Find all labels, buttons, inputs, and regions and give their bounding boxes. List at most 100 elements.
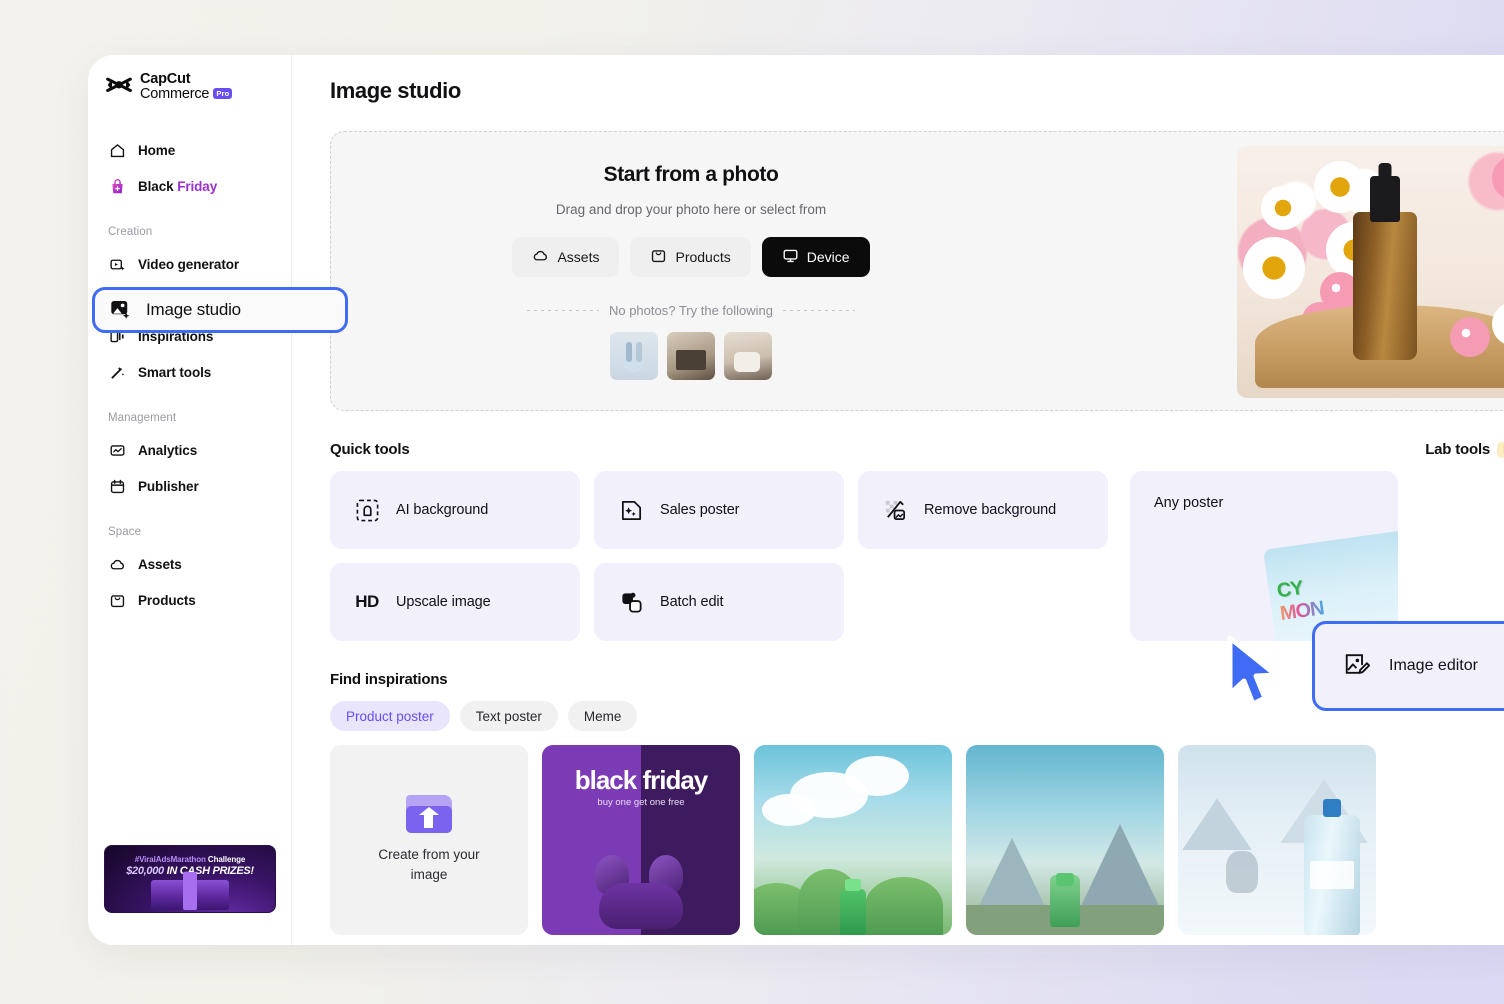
dropzone-subtitle: Drag and drop your photo here or select … bbox=[555, 201, 827, 217]
tool-upscale-image[interactable]: HD Upscale image bbox=[330, 563, 580, 641]
app-window: CapCut Commerce Pro Home Black Friday Cr… bbox=[88, 55, 1504, 945]
batch-edit-icon bbox=[618, 589, 644, 615]
promo-gift-graphic bbox=[151, 880, 229, 910]
page-title: Image studio bbox=[330, 78, 461, 103]
tool-remove-background[interactable]: Remove background bbox=[858, 471, 1108, 549]
sidebar-item-label: Video generator bbox=[138, 256, 240, 272]
sidebar-item-label: Assets bbox=[138, 556, 182, 572]
assets-button-label: Assets bbox=[557, 248, 600, 265]
chip-text-poster[interactable]: Text poster bbox=[459, 701, 558, 731]
upload-card-label: Create from your image bbox=[378, 846, 480, 882]
green-mountains-bottle-poster[interactable] bbox=[754, 745, 952, 935]
earbuds-graphic bbox=[581, 841, 701, 929]
device-button[interactable]: Device bbox=[761, 236, 870, 277]
ai-background-icon bbox=[354, 497, 380, 523]
sidebar-item-publisher[interactable]: Publisher bbox=[98, 468, 281, 504]
pro-badge: Pro bbox=[213, 88, 233, 100]
create-from-your-image-card[interactable]: Create from your image bbox=[330, 745, 528, 935]
tool-sales-poster[interactable]: Sales poster bbox=[594, 471, 844, 549]
brand-name-line1: CapCut bbox=[140, 71, 191, 87]
tool-image-editor[interactable]: Image editor bbox=[1312, 621, 1504, 711]
sidebar-item-smart-tools[interactable]: Smart tools bbox=[98, 354, 281, 390]
remove-background-icon bbox=[882, 497, 908, 523]
lab-tool-any-poster[interactable]: Any poster CY MON bbox=[1130, 471, 1398, 641]
main-content: Image studio Start from a photo Drag and… bbox=[292, 55, 1504, 945]
image-editor-icon bbox=[1343, 650, 1371, 683]
sidebar-item-analytics[interactable]: Analytics bbox=[98, 432, 281, 468]
upload-folder-icon bbox=[406, 794, 452, 833]
dropzone-source-buttons: Assets Products Device bbox=[512, 236, 870, 277]
sidebar-group-space: Space bbox=[108, 526, 142, 539]
tool-label: Sales poster bbox=[660, 502, 740, 518]
sidebar-item-products[interactable]: Products bbox=[98, 582, 281, 618]
promo-line1: #ViralAdsMarathon Challenge bbox=[134, 855, 246, 864]
sidebar-item-label: Publisher bbox=[138, 478, 199, 494]
thumb-line2: MON bbox=[1278, 597, 1325, 626]
divider-label: No photos? Try the following bbox=[608, 302, 774, 318]
inspiration-cards: Create from your image black friday buy … bbox=[330, 745, 1504, 935]
earbuds-thumbnail[interactable] bbox=[610, 331, 658, 380]
poster-subtitle: buy one get one free bbox=[597, 797, 685, 808]
sidebar-item-label: Products bbox=[138, 592, 196, 608]
tools-section-headings: Quick tools Lab tools Beta bbox=[330, 441, 1504, 458]
chip-product-poster[interactable]: Product poster bbox=[330, 701, 450, 731]
tool-ai-background[interactable]: AI background bbox=[330, 471, 580, 549]
dropzone-title: Start from a photo bbox=[603, 162, 779, 186]
cloud-icon bbox=[532, 247, 549, 267]
sidebar-group-management: Management bbox=[108, 412, 177, 425]
serum-bottle-preview-image bbox=[1237, 146, 1504, 398]
sidebar-item-label: Smart tools bbox=[138, 364, 212, 380]
divider-dash-left bbox=[526, 309, 599, 311]
beta-badge: Beta bbox=[1497, 441, 1504, 458]
sidebar-nav: Home Black Friday Creation Video generat… bbox=[88, 132, 291, 618]
product-bag-icon bbox=[108, 591, 126, 609]
sample-thumbnails bbox=[610, 331, 772, 380]
sidebar-item-label: Home bbox=[138, 142, 176, 158]
tools-area: AI background Sales poster Remove backgr… bbox=[330, 471, 1504, 641]
quick-tools-grid: AI background Sales poster Remove backgr… bbox=[330, 471, 1108, 641]
sidebar-item-assets[interactable]: Assets bbox=[98, 546, 281, 582]
cloud-icon bbox=[108, 555, 126, 573]
tool-label: Batch edit bbox=[660, 594, 724, 610]
sidebar-item-home[interactable]: Home bbox=[98, 132, 281, 168]
lab-card-label: Any poster bbox=[1154, 495, 1224, 511]
gift-bag-icon bbox=[108, 177, 126, 195]
tool-label: AI background bbox=[396, 502, 489, 518]
product-bag-icon bbox=[650, 247, 667, 267]
sidebar: CapCut Commerce Pro Home Black Friday Cr… bbox=[88, 55, 292, 945]
brand-logo[interactable]: CapCut Commerce Pro bbox=[88, 55, 291, 102]
magic-wand-icon bbox=[108, 363, 126, 381]
monitor-icon bbox=[782, 247, 799, 267]
eyeshadow-palette-thumbnail[interactable] bbox=[667, 331, 715, 380]
snowy-polar-bear-water-poster[interactable] bbox=[1178, 745, 1376, 935]
capcut-logo-icon bbox=[105, 73, 133, 101]
mountain-valley-bottle-poster[interactable] bbox=[966, 745, 1164, 935]
poster-title: black friday bbox=[574, 765, 709, 795]
quick-tools-title: Quick tools bbox=[330, 441, 410, 458]
armchair-thumbnail[interactable] bbox=[724, 331, 772, 380]
assets-button[interactable]: Assets bbox=[512, 236, 620, 277]
photo-dropzone[interactable]: Start from a photo Drag and drop your ph… bbox=[330, 131, 1504, 411]
sidebar-item-black-friday[interactable]: Black Friday bbox=[98, 168, 281, 204]
products-button[interactable]: Products bbox=[630, 236, 751, 277]
products-button-label: Products bbox=[675, 248, 731, 265]
brand-name-line2: Commerce bbox=[140, 86, 210, 103]
divider-dash-right bbox=[783, 309, 856, 311]
tool-label: Image editor bbox=[1389, 657, 1478, 674]
calendar-icon bbox=[108, 477, 126, 495]
promo-banner[interactable]: #ViralAdsMarathon Challenge $20,000 IN C… bbox=[104, 845, 276, 913]
lab-tools-title: Lab tools bbox=[1425, 441, 1491, 458]
sales-poster-icon bbox=[618, 497, 644, 523]
black-friday-earbuds-poster[interactable]: black friday buy one get one free bbox=[542, 745, 740, 935]
chip-meme[interactable]: Meme bbox=[567, 701, 638, 731]
find-inspirations-title: Find inspirations bbox=[330, 671, 448, 688]
video-generator-icon bbox=[108, 255, 126, 273]
device-button-label: Device bbox=[806, 248, 850, 265]
sidebar-item-label: Black Friday bbox=[138, 178, 218, 194]
home-icon bbox=[108, 141, 126, 159]
analytics-icon bbox=[108, 441, 126, 459]
tool-batch-edit[interactable]: Batch edit bbox=[594, 563, 844, 641]
sidebar-item-label: Analytics bbox=[138, 442, 198, 458]
sidebar-item-video-generator[interactable]: Video generator bbox=[98, 246, 281, 282]
sidebar-item-image-studio[interactable]: Image studio bbox=[92, 287, 348, 333]
